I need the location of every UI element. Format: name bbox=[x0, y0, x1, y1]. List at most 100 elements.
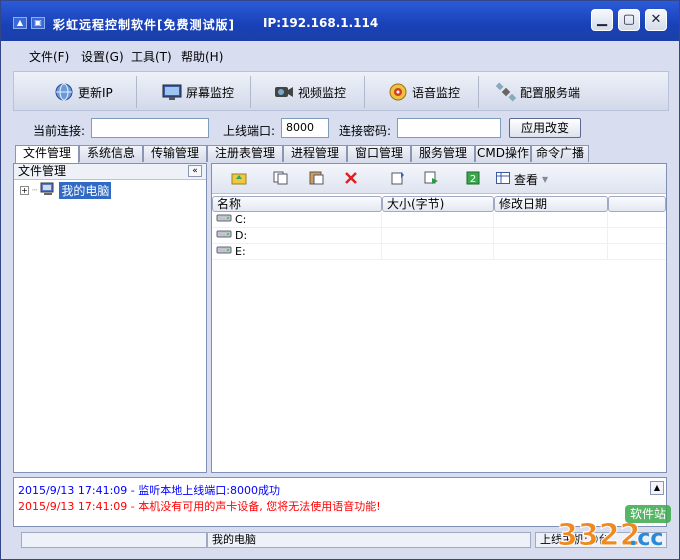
log-scroll-up-button[interactable]: ▲ bbox=[650, 481, 664, 495]
video-monitor-button[interactable]: 视频监控 bbox=[274, 78, 346, 106]
file-modified-cell bbox=[494, 228, 608, 243]
drive-icon bbox=[216, 212, 232, 227]
status-left bbox=[21, 532, 207, 548]
download-button[interactable] bbox=[420, 169, 442, 189]
configure-server-label: 配置服务端 bbox=[520, 85, 581, 100]
close-button[interactable]: ✕ bbox=[645, 9, 667, 31]
drive-icon bbox=[216, 244, 232, 259]
up-folder-button[interactable] bbox=[228, 169, 250, 189]
drive-icon bbox=[216, 228, 232, 243]
collapse-panel-button[interactable]: « bbox=[188, 165, 202, 177]
tab-registry[interactable]: 注册表管理 bbox=[207, 145, 283, 162]
window-ip-label: IP:192.168.1.114 bbox=[263, 16, 379, 30]
table-row[interactable]: D: bbox=[212, 228, 666, 244]
column-name[interactable]: 名称 bbox=[212, 196, 382, 212]
delete-icon bbox=[344, 171, 358, 188]
satellite-icon bbox=[495, 82, 517, 102]
table-row[interactable]: E: bbox=[212, 244, 666, 260]
tree-header-label: 文件管理 bbox=[18, 164, 67, 178]
camera-icon bbox=[274, 82, 294, 102]
computer-icon bbox=[40, 182, 56, 199]
view-menu-button[interactable]: 查看 ▼ bbox=[496, 169, 548, 189]
file-size-cell bbox=[382, 228, 494, 243]
tab-windows[interactable]: 窗口管理 bbox=[347, 145, 411, 162]
folder-tree-panel: 文件管理 « + ┄ 我的电脑 bbox=[13, 163, 207, 473]
tree-item-label: 我的电脑 bbox=[59, 182, 112, 199]
copy-button[interactable] bbox=[270, 169, 292, 189]
svg-text:2: 2 bbox=[470, 174, 476, 185]
tab-transfer[interactable]: 传输管理 bbox=[143, 145, 207, 162]
paste-button[interactable] bbox=[306, 169, 328, 189]
tab-cmd[interactable]: CMD操作 bbox=[475, 145, 531, 162]
table-row[interactable]: C: bbox=[212, 212, 666, 228]
tab-file-manager[interactable]: 文件管理 bbox=[15, 145, 79, 163]
window-title: 彩虹远程控制软件[免费测试版] bbox=[53, 18, 235, 32]
copy-icon bbox=[273, 171, 289, 188]
log-line-info: 2015/9/13 17:41:09 - 监听本地上线端口:8000成功 bbox=[18, 484, 280, 497]
tab-services[interactable]: 服务管理 bbox=[411, 145, 475, 162]
audio-monitor-button[interactable]: 语音监控 bbox=[388, 78, 460, 106]
tree-item-my-computer[interactable]: + ┄ 我的电脑 bbox=[20, 182, 112, 199]
delete-button[interactable] bbox=[340, 169, 362, 189]
view-label: 查看 bbox=[514, 172, 539, 187]
column-modified[interactable]: 修改日期 bbox=[494, 196, 608, 212]
system-menu-icon[interactable]: ▣ bbox=[31, 17, 45, 29]
file-name: D: bbox=[235, 229, 248, 242]
title-bar[interactable]: ▲ ▣ 彩虹远程控制软件[免费测试版] IP:192.168.1.114 ▁ ▢… bbox=[1, 1, 679, 41]
upload-icon bbox=[389, 171, 405, 188]
view-grid-icon bbox=[496, 171, 510, 187]
file-name-cell: E: bbox=[212, 244, 382, 259]
status-path: 我的电脑 bbox=[207, 532, 531, 548]
download-icon bbox=[423, 171, 439, 188]
maximize-button[interactable]: ▢ bbox=[618, 9, 640, 31]
screen-monitor-button[interactable]: 屏幕监控 bbox=[162, 78, 234, 106]
file-name: E: bbox=[235, 245, 246, 258]
watermark-number: 3322 bbox=[557, 518, 641, 553]
system-menu-up-icon[interactable]: ▲ bbox=[13, 17, 27, 29]
port-label: 上线端口: bbox=[223, 124, 276, 138]
video-monitor-label: 视频监控 bbox=[298, 85, 347, 100]
tab-processes[interactable]: 进程管理 bbox=[283, 145, 347, 162]
tree-header: 文件管理 « bbox=[14, 164, 206, 180]
column-size[interactable]: 大小(字节) bbox=[382, 196, 494, 212]
monitor-icon bbox=[162, 82, 182, 102]
paste-icon bbox=[309, 171, 325, 188]
update-ip-button[interactable]: 更新IP bbox=[54, 78, 113, 106]
file-name: C: bbox=[235, 213, 247, 226]
update-ip-label: 更新IP bbox=[78, 85, 113, 100]
menu-help[interactable]: 帮助(H) bbox=[181, 48, 223, 65]
file-name-cell: C: bbox=[212, 212, 382, 227]
password-field[interactable] bbox=[397, 118, 501, 138]
file-list-panel: 2 查看 ▼ 名称 大小(字节) 修改日期 C: D: E: bbox=[211, 163, 667, 473]
toolbar-separator bbox=[136, 76, 137, 108]
current-connection-label: 当前连接: bbox=[33, 124, 86, 138]
toolbar-separator bbox=[478, 76, 479, 108]
file-modified-cell bbox=[494, 212, 608, 227]
audio-monitor-label: 语音监控 bbox=[412, 85, 461, 100]
port-field[interactable]: 8000 bbox=[281, 118, 329, 138]
up-folder-icon bbox=[231, 171, 247, 188]
menu-tools[interactable]: 工具(T) bbox=[131, 48, 172, 65]
menu-file[interactable]: 文件(F) bbox=[29, 48, 69, 65]
log-line-error: 2015/9/13 17:41:09 - 本机没有可用的声卡设备, 您将无法使用… bbox=[18, 500, 381, 513]
apply-changes-button[interactable]: 应用改变 bbox=[509, 118, 581, 138]
tab-system-info[interactable]: 系统信息 bbox=[79, 145, 143, 162]
file-size-cell bbox=[382, 244, 494, 259]
upload-button[interactable] bbox=[386, 169, 408, 189]
refresh-button[interactable]: 2 bbox=[462, 169, 484, 189]
globe-icon bbox=[54, 82, 74, 102]
minimize-button[interactable]: ▁ bbox=[591, 9, 613, 31]
configure-server-button[interactable]: 配置服务端 bbox=[495, 78, 581, 106]
menu-settings[interactable]: 设置(G) bbox=[81, 48, 124, 65]
expand-icon[interactable]: + bbox=[20, 186, 29, 195]
file-size-cell bbox=[382, 212, 494, 227]
refresh-icon: 2 bbox=[466, 171, 480, 188]
main-toolbar: 更新IP 屏幕监控 视频监控 语音监控 配置服务端 bbox=[13, 71, 669, 111]
current-connection-field[interactable] bbox=[91, 118, 209, 138]
connection-bar: 当前连接: 上线端口: 8000 连接密码: 应用改变 bbox=[13, 115, 669, 143]
column-extra[interactable] bbox=[608, 196, 666, 212]
toolbar-separator bbox=[364, 76, 365, 108]
file-modified-cell bbox=[494, 244, 608, 259]
screen-monitor-label: 屏幕监控 bbox=[186, 85, 235, 100]
tab-broadcast[interactable]: 命令广播 bbox=[531, 145, 589, 162]
